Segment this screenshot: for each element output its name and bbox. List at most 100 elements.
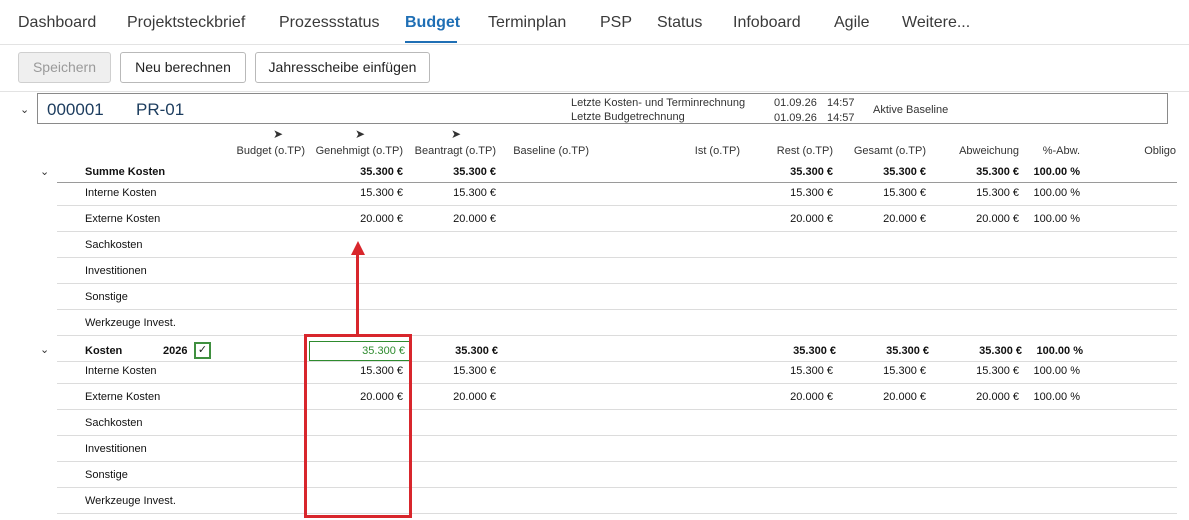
tab-bar: Dashboard Projektsteckbrief Prozessstatu… [0, 0, 1189, 45]
last-cost-calc-label: Letzte Kosten- und Terminrechnung [571, 97, 746, 109]
tab-weitere[interactable]: Weitere... [902, 14, 970, 32]
row-divider [57, 513, 1177, 514]
insert-year-slice-button[interactable]: Jahresscheibe einfügen [255, 52, 430, 83]
year-abweichung: 35.300 € [979, 345, 1022, 357]
column-header-budget[interactable]: Budget (o.TP) [225, 145, 305, 157]
cell-beantragt[interactable]: 15.300 € [400, 187, 496, 199]
column-header-genehmigt[interactable]: Genehmigt (o.TP) [303, 145, 403, 157]
column-header-gesamt[interactable]: Gesamt (o.TP) [846, 145, 926, 157]
row-divider [57, 335, 1177, 336]
recalculate-button[interactable]: Neu berechnen [120, 52, 246, 83]
row-divider [57, 231, 1177, 232]
cell-gesamt: 15.300 € [883, 365, 926, 377]
cell-gesamt: 20.000 € [883, 213, 926, 225]
cell-gesamt: 15.300 € [883, 187, 926, 199]
summary-beantragt: 35.300 € [453, 166, 496, 178]
cell-abweichung: 15.300 € [976, 365, 1019, 377]
row-divider [57, 383, 1177, 384]
row-divider [57, 487, 1177, 488]
filter-icon[interactable]: ➤ [355, 127, 365, 141]
tab-agile[interactable]: Agile [834, 14, 870, 32]
column-header-abweichung[interactable]: Abweichung [940, 145, 1019, 157]
cell-beantragt[interactable]: 20.000 € [400, 213, 496, 225]
row-divider [57, 409, 1177, 410]
year-group-label: Kosten [85, 345, 123, 357]
save-button[interactable]: Speichern [18, 52, 111, 83]
cell-beantragt[interactable]: 15.300 € [400, 365, 496, 377]
cell-abweichung: 15.300 € [976, 187, 1019, 199]
column-header-pct-abw[interactable]: %-Abw. [1030, 145, 1080, 157]
row-divider [57, 435, 1177, 436]
tab-terminplan[interactable]: Terminplan [488, 14, 566, 32]
row-label: Investitionen [85, 265, 147, 277]
row-label: Sachkosten [85, 239, 143, 251]
project-number: 000001 [47, 100, 104, 119]
tab-prozessstatus[interactable]: Prozessstatus [279, 14, 379, 32]
arrow-shaft [356, 254, 359, 335]
row-divider [57, 257, 1177, 258]
summary-label: Summe Kosten [85, 166, 166, 178]
toolbar-divider [0, 91, 1189, 92]
year-value: 2026 [163, 345, 188, 357]
summary-rest: 35.300 € [790, 166, 833, 178]
cell-rest: 15.300 € [790, 365, 833, 377]
cell-pct: 100.00 % [1033, 213, 1080, 225]
row-divider [57, 182, 1177, 183]
cell-beantragt[interactable]: 20.000 € [400, 391, 496, 403]
year-beantragt: 35.300 € [455, 345, 498, 357]
cell-genehmigt[interactable]: 20.000 € [303, 213, 403, 225]
tab-projektsteckbrief[interactable]: Projektsteckbrief [127, 14, 245, 32]
cell-abweichung: 20.000 € [976, 391, 1019, 403]
arrow-up-icon [351, 241, 365, 255]
cell-abweichung: 20.000 € [976, 213, 1019, 225]
active-tab-indicator [405, 41, 457, 43]
last-budget-calc-time: 14:57 [827, 112, 855, 124]
chevron-down-icon[interactable]: ⌄ [40, 343, 49, 356]
project-code: PR-01 [136, 100, 185, 119]
column-header-baseline[interactable]: Baseline (o.TP) [509, 145, 589, 157]
row-label: Sonstige [85, 469, 128, 481]
row-divider [57, 309, 1177, 310]
row-label: Werkzeuge Invest. [85, 317, 176, 329]
row-label: Investitionen [85, 443, 147, 455]
row-label: Externe Kosten [85, 213, 161, 225]
check-icon[interactable]: ✓ [194, 342, 211, 359]
tab-infoboard[interactable]: Infoboard [733, 14, 801, 32]
column-header-ist[interactable]: Ist (o.TP) [680, 145, 740, 157]
tab-budget[interactable]: Budget [405, 14, 460, 32]
row-label: Interne Kosten [85, 365, 157, 377]
filter-icon[interactable]: ➤ [451, 127, 461, 141]
row-divider [57, 461, 1177, 462]
column-header-beantragt[interactable]: Beantragt (o.TP) [400, 145, 496, 157]
last-budget-calc-date: 01.09.26 [774, 112, 817, 124]
active-baseline-label: Aktive Baseline [873, 104, 949, 116]
last-cost-calc-time: 14:57 [827, 97, 855, 109]
cell-gesamt: 20.000 € [883, 391, 926, 403]
year-pct: 100.00 % [1036, 345, 1083, 357]
column-header-obligo[interactable]: Obligo [1128, 145, 1176, 157]
cell-genehmigt[interactable]: 15.300 € [303, 187, 403, 199]
filter-icon[interactable]: ➤ [273, 127, 283, 141]
summary-abweichung: 35.300 € [976, 166, 1019, 178]
row-label: Interne Kosten [85, 187, 157, 199]
tab-psp[interactable]: PSP [600, 14, 632, 32]
row-label: Werkzeuge Invest. [85, 495, 176, 507]
tab-dashboard[interactable]: Dashboard [18, 14, 96, 32]
cell-pct: 100.00 % [1033, 365, 1080, 377]
cell-rest: 20.000 € [790, 391, 833, 403]
cell-pct: 100.00 % [1033, 187, 1080, 199]
year-gesamt: 35.300 € [886, 345, 929, 357]
summary-genehmigt: 35.300 € [360, 166, 403, 178]
summary-gesamt: 35.300 € [883, 166, 926, 178]
last-budget-calc-label: Letzte Budgetrechnung [571, 111, 685, 123]
cell-pct: 100.00 % [1033, 391, 1080, 403]
row-label: Sachkosten [85, 417, 143, 429]
chevron-down-icon[interactable]: ⌄ [20, 103, 29, 116]
tab-status[interactable]: Status [657, 14, 702, 32]
column-header-rest[interactable]: Rest (o.TP) [760, 145, 833, 157]
row-label: Externe Kosten [85, 391, 161, 403]
last-cost-calc-date: 01.09.26 [774, 97, 817, 109]
chevron-down-icon[interactable]: ⌄ [40, 165, 49, 178]
highlight-box [304, 334, 412, 518]
row-label: Sonstige [85, 291, 128, 303]
